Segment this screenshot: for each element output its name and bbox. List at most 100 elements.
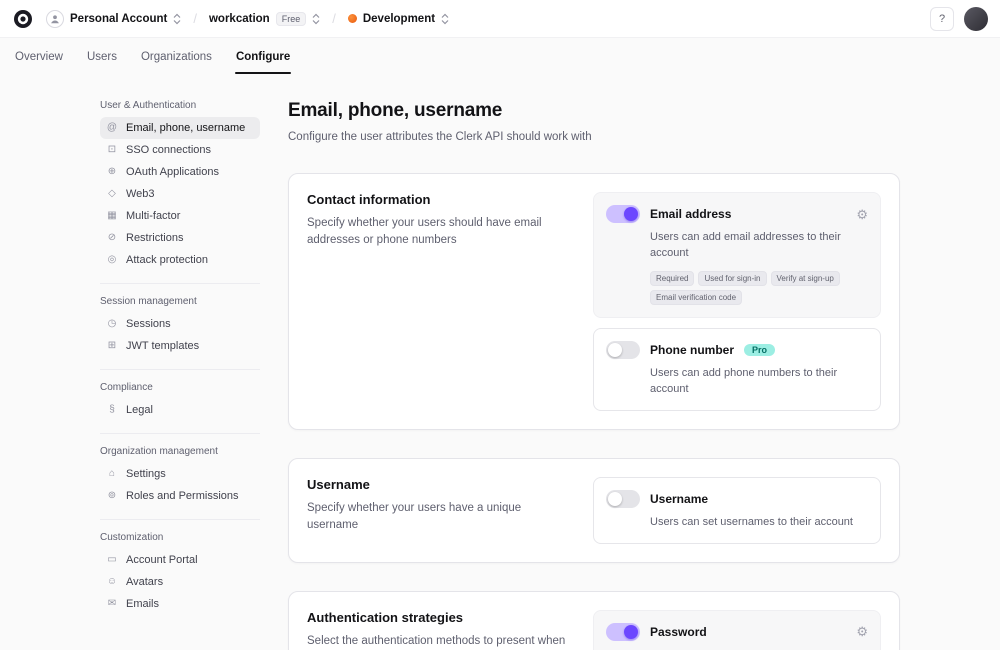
web3-icon: ◇ — [106, 189, 118, 199]
sidebar-divider — [100, 369, 260, 370]
card-title: Contact information — [307, 192, 569, 207]
setting-header: Phone number Pro — [606, 341, 868, 359]
sso-icon: ⊡ — [106, 145, 118, 155]
chevron-updown-icon — [312, 13, 320, 25]
tab-users[interactable]: Users — [86, 42, 118, 74]
sidebar-item-label: Web3 — [126, 188, 155, 200]
setting-badges: Required Used for sign-in Verify at sign… — [650, 271, 868, 305]
tab-configure[interactable]: Configure — [235, 42, 291, 74]
sidebar-item-label: Email, phone, username — [126, 122, 245, 134]
breadcrumb-environment[interactable]: Development — [343, 10, 454, 28]
emails-icon: ✉ — [106, 599, 118, 609]
tab-organizations[interactable]: Organizations — [140, 42, 213, 74]
sidebar-item-account-portal[interactable]: ▭ Account Portal — [100, 549, 260, 571]
card-info: Authentication strategies Select the aut… — [307, 610, 569, 650]
sidebar-item-label: Avatars — [126, 576, 163, 588]
gear-icon[interactable]: ⚙ — [856, 208, 868, 221]
setting-email-address: Email address ⚙ Users can add email addr… — [593, 192, 881, 318]
setting-name: Username — [650, 492, 708, 506]
sessions-clock-icon: ◷ — [106, 319, 118, 329]
sidebar-section-title: Customization — [100, 532, 260, 543]
card-settings: Password ⚙ Users can sign in with a pass… — [593, 610, 881, 650]
badge-email-verification-code: Email verification code — [650, 290, 742, 305]
org-settings-icon: ⌂ — [106, 469, 118, 479]
sidebar-item-legal[interactable]: § Legal — [100, 399, 260, 421]
setting-description: Users can add phone numbers to their acc… — [650, 366, 868, 398]
card-settings: Email address ⚙ Users can add email addr… — [593, 192, 881, 411]
header-actions: ? — [930, 7, 988, 31]
card-description: Specify whether your users have a unique… — [307, 500, 569, 535]
sidebar-item-settings[interactable]: ⌂ Settings — [100, 463, 260, 485]
jwt-templates-icon: ⊞ — [106, 341, 118, 351]
pro-badge: Pro — [744, 344, 775, 356]
sidebar-item-attack-protection[interactable]: ◎ Attack protection — [100, 249, 260, 271]
shield-icon: ◎ — [106, 255, 118, 265]
sidebar-item-label: Multi-factor — [126, 210, 180, 222]
sidebar-item-email-phone-username[interactable]: @ Email, phone, username — [100, 117, 260, 139]
sidebar-item-label: Legal — [126, 404, 153, 416]
sidebar-item-emails[interactable]: ✉ Emails — [100, 593, 260, 615]
account-name: Personal Account — [70, 13, 167, 25]
chevron-updown-icon — [173, 13, 181, 25]
card-contact-information: Contact information Specify whether your… — [288, 173, 900, 430]
email-address-toggle[interactable] — [606, 205, 640, 223]
card-username: Username Specify whether your users have… — [288, 458, 900, 563]
sidebar-item-sso-connections[interactable]: ⊡ SSO connections — [100, 139, 260, 161]
roles-icon: ⊚ — [106, 491, 118, 501]
restrictions-lock-icon: ⊘ — [106, 233, 118, 243]
sidebar-item-sessions[interactable]: ◷ Sessions — [100, 313, 260, 335]
environment-dot-icon — [348, 14, 357, 23]
avatars-icon: ☺ — [106, 577, 118, 587]
sidebar-item-roles-and-permissions[interactable]: ⊚ Roles and Permissions — [100, 485, 260, 507]
card-title: Authentication strategies — [307, 610, 569, 625]
sidebar-item-label: JWT templates — [126, 340, 199, 352]
breadcrumb-application[interactable]: workcation Free — [204, 9, 325, 29]
badge-verify-at-sign-up: Verify at sign-up — [771, 271, 840, 286]
phone-number-toggle[interactable] — [606, 341, 640, 359]
plan-badge: Free — [276, 12, 307, 26]
card-settings: Username Users can set usernames to thei… — [593, 477, 881, 544]
sidebar: User & Authentication @ Email, phone, us… — [100, 100, 260, 650]
help-button[interactable]: ? — [930, 7, 954, 31]
card-title: Username — [307, 477, 569, 492]
multi-factor-icon: ▦ — [106, 211, 118, 221]
user-avatar[interactable] — [964, 7, 988, 31]
settings-cards: Contact information Specify whether your… — [288, 173, 900, 650]
content-area: User & Authentication @ Email, phone, us… — [0, 74, 1000, 650]
breadcrumb-account[interactable]: Personal Account — [41, 7, 186, 31]
account-avatar-icon — [46, 10, 64, 28]
sidebar-section-title: Session management — [100, 296, 260, 307]
setting-header: Password ⚙ — [606, 623, 868, 641]
sidebar-divider — [100, 519, 260, 520]
page-subtitle: Configure the user attributes the Clerk … — [288, 131, 900, 143]
sidebar-section-title: User & Authentication — [100, 100, 260, 111]
card-description: Specify whether your users should have e… — [307, 215, 569, 250]
password-toggle[interactable] — [606, 623, 640, 641]
top-header: Personal Account / workcation Free / De — [0, 0, 1000, 38]
setting-description: Users can set usernames to their account — [650, 515, 868, 531]
sidebar-item-label: SSO connections — [126, 144, 211, 156]
sidebar-item-oauth-applications[interactable]: ⊕ OAuth Applications — [100, 161, 260, 183]
sidebar-item-label: Roles and Permissions — [126, 490, 239, 502]
sidebar-item-label: Sessions — [126, 318, 171, 330]
clerk-logo[interactable] — [12, 8, 34, 30]
sidebar-divider — [100, 283, 260, 284]
setting-name: Password — [650, 625, 707, 639]
at-sign-icon: @ — [106, 123, 118, 133]
sidebar-item-multi-factor[interactable]: ▦ Multi-factor — [100, 205, 260, 227]
gear-icon[interactable]: ⚙ — [856, 625, 868, 638]
username-toggle[interactable] — [606, 490, 640, 508]
sidebar-item-restrictions[interactable]: ⊘ Restrictions — [100, 227, 260, 249]
sidebar-item-label: Emails — [126, 598, 159, 610]
sidebar-item-avatars[interactable]: ☺ Avatars — [100, 571, 260, 593]
sidebar-item-label: Attack protection — [126, 254, 208, 266]
setting-description: Users can add email addresses to their a… — [650, 230, 868, 262]
sidebar-item-web3[interactable]: ◇ Web3 — [100, 183, 260, 205]
setting-password: Password ⚙ Users can sign in with a pass… — [593, 610, 881, 650]
oauth-icon: ⊕ — [106, 167, 118, 177]
sidebar-section-title: Organization management — [100, 446, 260, 457]
page-title: Email, phone, username — [288, 100, 900, 122]
setting-header: Email address ⚙ — [606, 205, 868, 223]
tab-overview[interactable]: Overview — [14, 42, 64, 74]
sidebar-item-jwt-templates[interactable]: ⊞ JWT templates — [100, 335, 260, 357]
